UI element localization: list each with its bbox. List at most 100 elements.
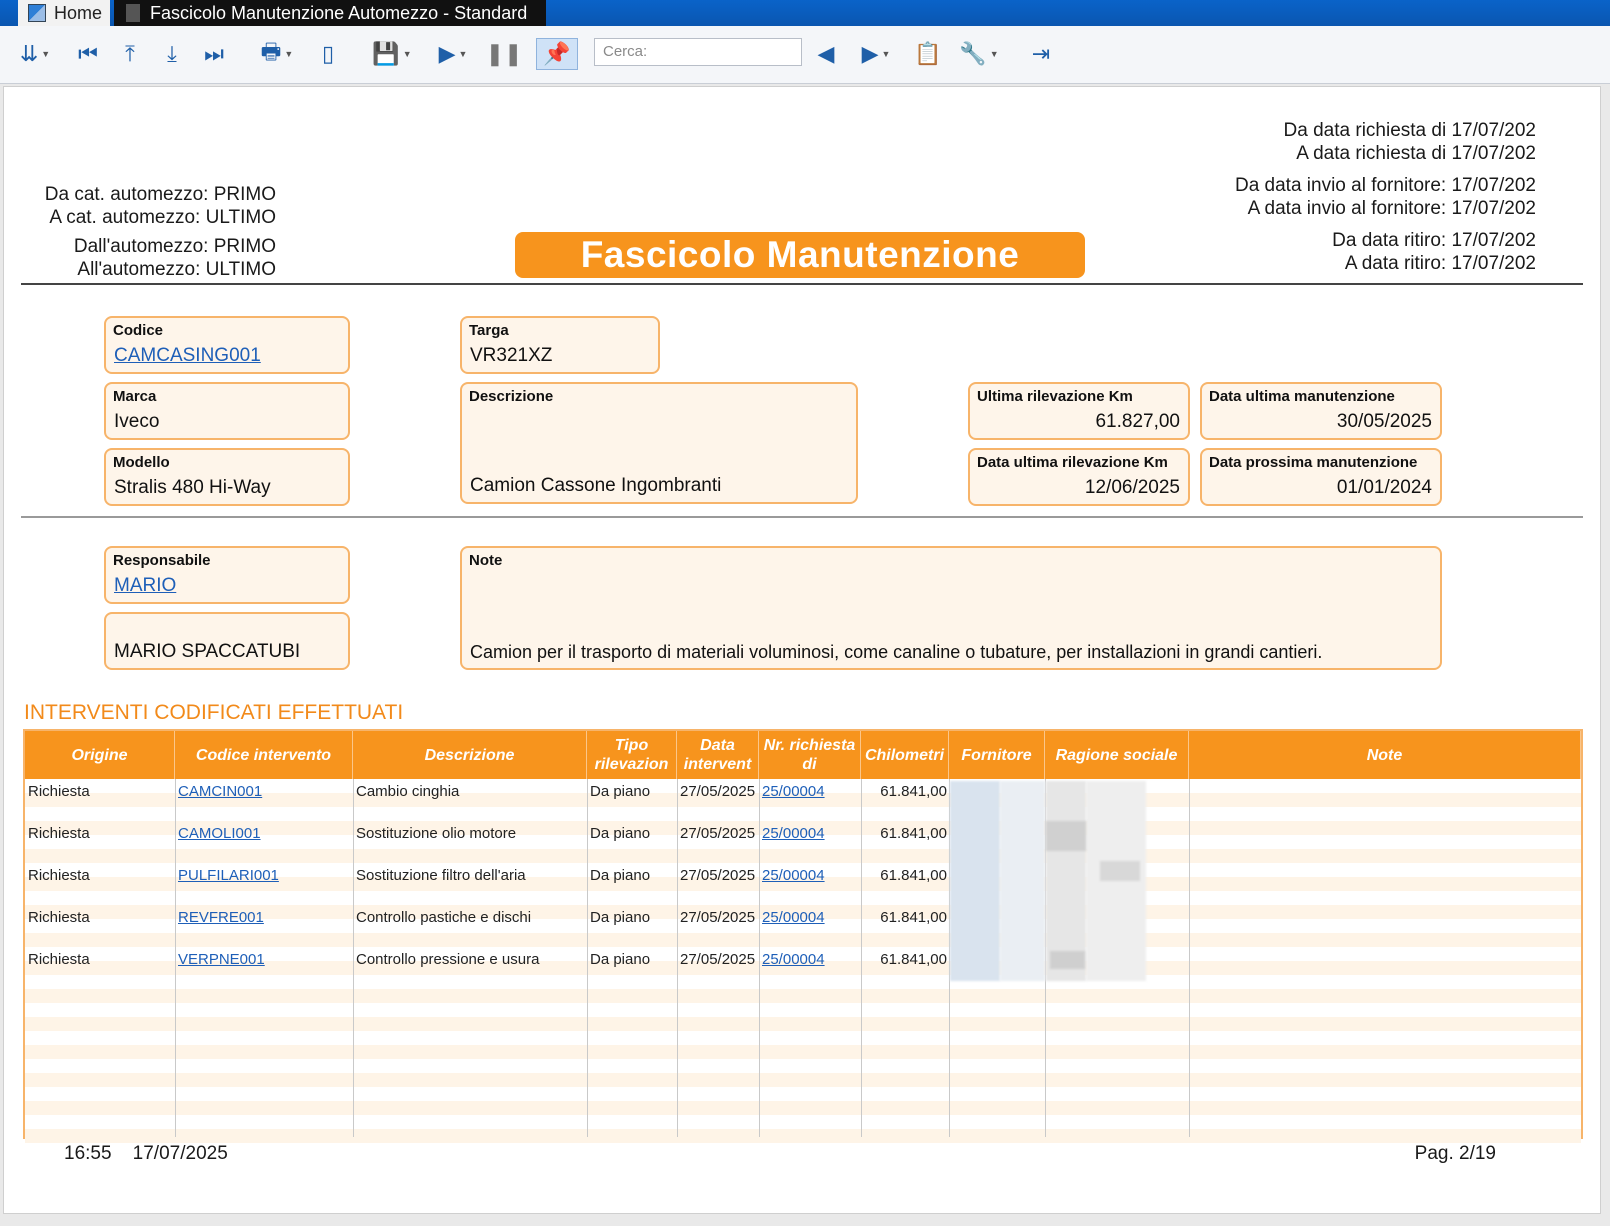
- row-stripe: [25, 849, 1581, 863]
- field-label: Data ultima manutenzione: [1209, 388, 1395, 405]
- expand-all-button[interactable]: ⇊ ▼: [14, 38, 56, 70]
- first-page-button[interactable]: ⏮: [74, 38, 102, 70]
- cell-nr-richiesta[interactable]: 25/00004: [762, 825, 825, 842]
- filter-dall-automezzo: Dall'automezzo: PRIMO: [73, 236, 276, 257]
- redacted-block: [1050, 951, 1085, 969]
- filter-da-richiesta: Da data richiesta di 17/07/202: [1283, 120, 1536, 141]
- search-previous-button[interactable]: ◀: [814, 38, 838, 70]
- field-label: Marca: [113, 388, 157, 405]
- column-divider: [175, 779, 176, 1137]
- th-nr-richiesta: Nr. richiesta di: [759, 731, 861, 779]
- search-input[interactable]: Cerca:: [594, 38, 802, 66]
- field-responsabile-nome: MARIO SPACCATUBI: [104, 612, 350, 670]
- field-value: Camion per il trasporto di materiali vol…: [470, 642, 1323, 662]
- cell-descrizione: Cambio cinghia: [356, 783, 460, 800]
- th-data-intervento: Data intervent: [677, 731, 759, 779]
- filter-a-ritiro: A data ritiro: 17/07/202: [1344, 253, 1536, 274]
- cell-origine: Richiesta: [28, 825, 90, 842]
- th-fornitore: Fornitore: [949, 731, 1045, 779]
- cell-descrizione: Controllo pastiche e dischi: [356, 909, 532, 926]
- first-page-icon: ⏮: [78, 41, 98, 66]
- next-page-button[interactable]: ⤓: [158, 38, 186, 70]
- field-ultima-km: Ultima rilevazione Km 61.827,00: [968, 382, 1190, 440]
- th-chilometri: Chilometri: [861, 731, 949, 779]
- report-title: Fascicolo Manutenzione: [515, 232, 1085, 278]
- cell-data-intervento: 27/05/2025: [680, 825, 756, 842]
- cell-data-intervento: 27/05/2025: [680, 783, 756, 800]
- report-icon: [126, 4, 140, 22]
- cell-codice-intervento[interactable]: REVFRE001: [178, 909, 264, 926]
- last-page-icon: ⏭: [204, 41, 224, 66]
- last-page-button[interactable]: ⏭: [200, 38, 228, 70]
- pin-button[interactable]: 📌: [536, 38, 578, 70]
- cell-codice-intervento[interactable]: VERPNE001: [178, 951, 265, 968]
- field-modello: Modello Stralis 480 Hi-Way: [104, 448, 350, 506]
- th-codice-intervento: Codice intervento: [175, 731, 353, 779]
- row-stripe: [25, 933, 1581, 947]
- print-button[interactable]: 🖶 ▼: [254, 38, 300, 70]
- play-button[interactable]: ▶ ▼: [428, 38, 478, 70]
- field-label: Data prossima manutenzione: [1209, 454, 1418, 471]
- divider: [21, 283, 1583, 285]
- previous-page-button[interactable]: ⤒: [116, 38, 144, 70]
- pause-button[interactable]: ❚❚: [486, 38, 523, 70]
- column-divider: [759, 779, 760, 1137]
- cell-nr-richiesta[interactable]: 25/00004: [762, 909, 825, 926]
- cell-chilometri: 61.841,00: [880, 825, 947, 842]
- exit-button[interactable]: ⇥: [1026, 38, 1056, 70]
- dropdown-arrow-icon: ▼: [989, 49, 999, 59]
- cell-origine: Richiesta: [28, 867, 90, 884]
- save-button[interactable]: 💾 ▼: [370, 38, 414, 70]
- row-stripe: [25, 1017, 1581, 1031]
- search-next-button[interactable]: ▶ ▼: [856, 38, 896, 70]
- filter-da-cat: Da cat. automezzo: PRIMO: [44, 184, 276, 205]
- field-label: Responsabile: [113, 552, 211, 569]
- row-stripe: [25, 1073, 1581, 1087]
- footer-timestamp: 16:55 17/07/2025: [64, 1143, 228, 1165]
- tab-report[interactable]: Fascicolo Manutenzione Automezzo - Stand…: [114, 0, 546, 26]
- redacted-block: [1086, 781, 1146, 981]
- field-targa: Targa VR321XZ: [460, 316, 660, 374]
- cell-codice-intervento[interactable]: PULFILARI001: [178, 867, 279, 884]
- dropdown-arrow-icon: ▼: [458, 49, 468, 59]
- cell-nr-richiesta[interactable]: 25/00004: [762, 867, 825, 884]
- cell-chilometri: 61.841,00: [880, 951, 947, 968]
- cell-tipo-rilevazione: Da piano: [590, 825, 651, 842]
- field-label: Modello: [113, 454, 170, 471]
- printer-icon: 🖶: [260, 39, 282, 64]
- cell-nr-richiesta[interactable]: 25/00004: [762, 783, 825, 800]
- th-tipo-rilevazione: Tipo rilevazion: [587, 731, 677, 779]
- field-value: MARIO SPACCATUBI: [114, 641, 301, 662]
- th-note: Note: [1189, 731, 1581, 779]
- field-data-ultima-manutenzione: Data ultima manutenzione 30/05/2025: [1200, 382, 1442, 440]
- cell-descrizione: Sostituzione filtro dell'aria: [356, 867, 526, 884]
- column-divider: [677, 779, 678, 1137]
- field-value: Stralis 480 Hi-Way: [114, 477, 271, 498]
- redacted-block: [1000, 781, 1045, 981]
- report-page: Da cat. automezzo: PRIMO A cat. automezz…: [3, 86, 1601, 1214]
- codice-link[interactable]: CAMCASING001: [114, 345, 261, 367]
- dropdown-arrow-icon: ▼: [402, 49, 412, 59]
- wrench-icon: 🔧: [959, 41, 987, 66]
- responsabile-link[interactable]: MARIO: [114, 575, 176, 597]
- column-divider: [353, 779, 354, 1137]
- filter-all-automezzo: All'automezzo: ULTIMO: [77, 259, 276, 280]
- export-button[interactable]: ▯: [314, 38, 342, 70]
- clipboard-icon: 📋: [914, 41, 942, 66]
- settings-button[interactable]: 🔧 ▼: [956, 38, 1002, 70]
- field-codice: Codice CAMCASING001: [104, 316, 350, 374]
- row-stripe: [25, 989, 1581, 1003]
- cell-data-intervento: 27/05/2025: [680, 867, 756, 884]
- field-value: Iveco: [114, 411, 160, 432]
- cell-codice-intervento[interactable]: CAMCIN001: [178, 783, 262, 800]
- field-value: 12/06/2025: [1084, 477, 1180, 498]
- cell-codice-intervento[interactable]: CAMOLI001: [178, 825, 261, 842]
- clipboard-button[interactable]: 📋: [914, 38, 942, 70]
- redacted-block: [950, 781, 1000, 981]
- tab-home[interactable]: Home: [18, 0, 110, 26]
- cell-tipo-rilevazione: Da piano: [590, 909, 651, 926]
- pause-icon: ❚❚: [485, 41, 523, 66]
- cell-nr-richiesta[interactable]: 25/00004: [762, 951, 825, 968]
- tab-home-label: Home: [54, 2, 103, 23]
- th-origine: Origine: [25, 731, 175, 779]
